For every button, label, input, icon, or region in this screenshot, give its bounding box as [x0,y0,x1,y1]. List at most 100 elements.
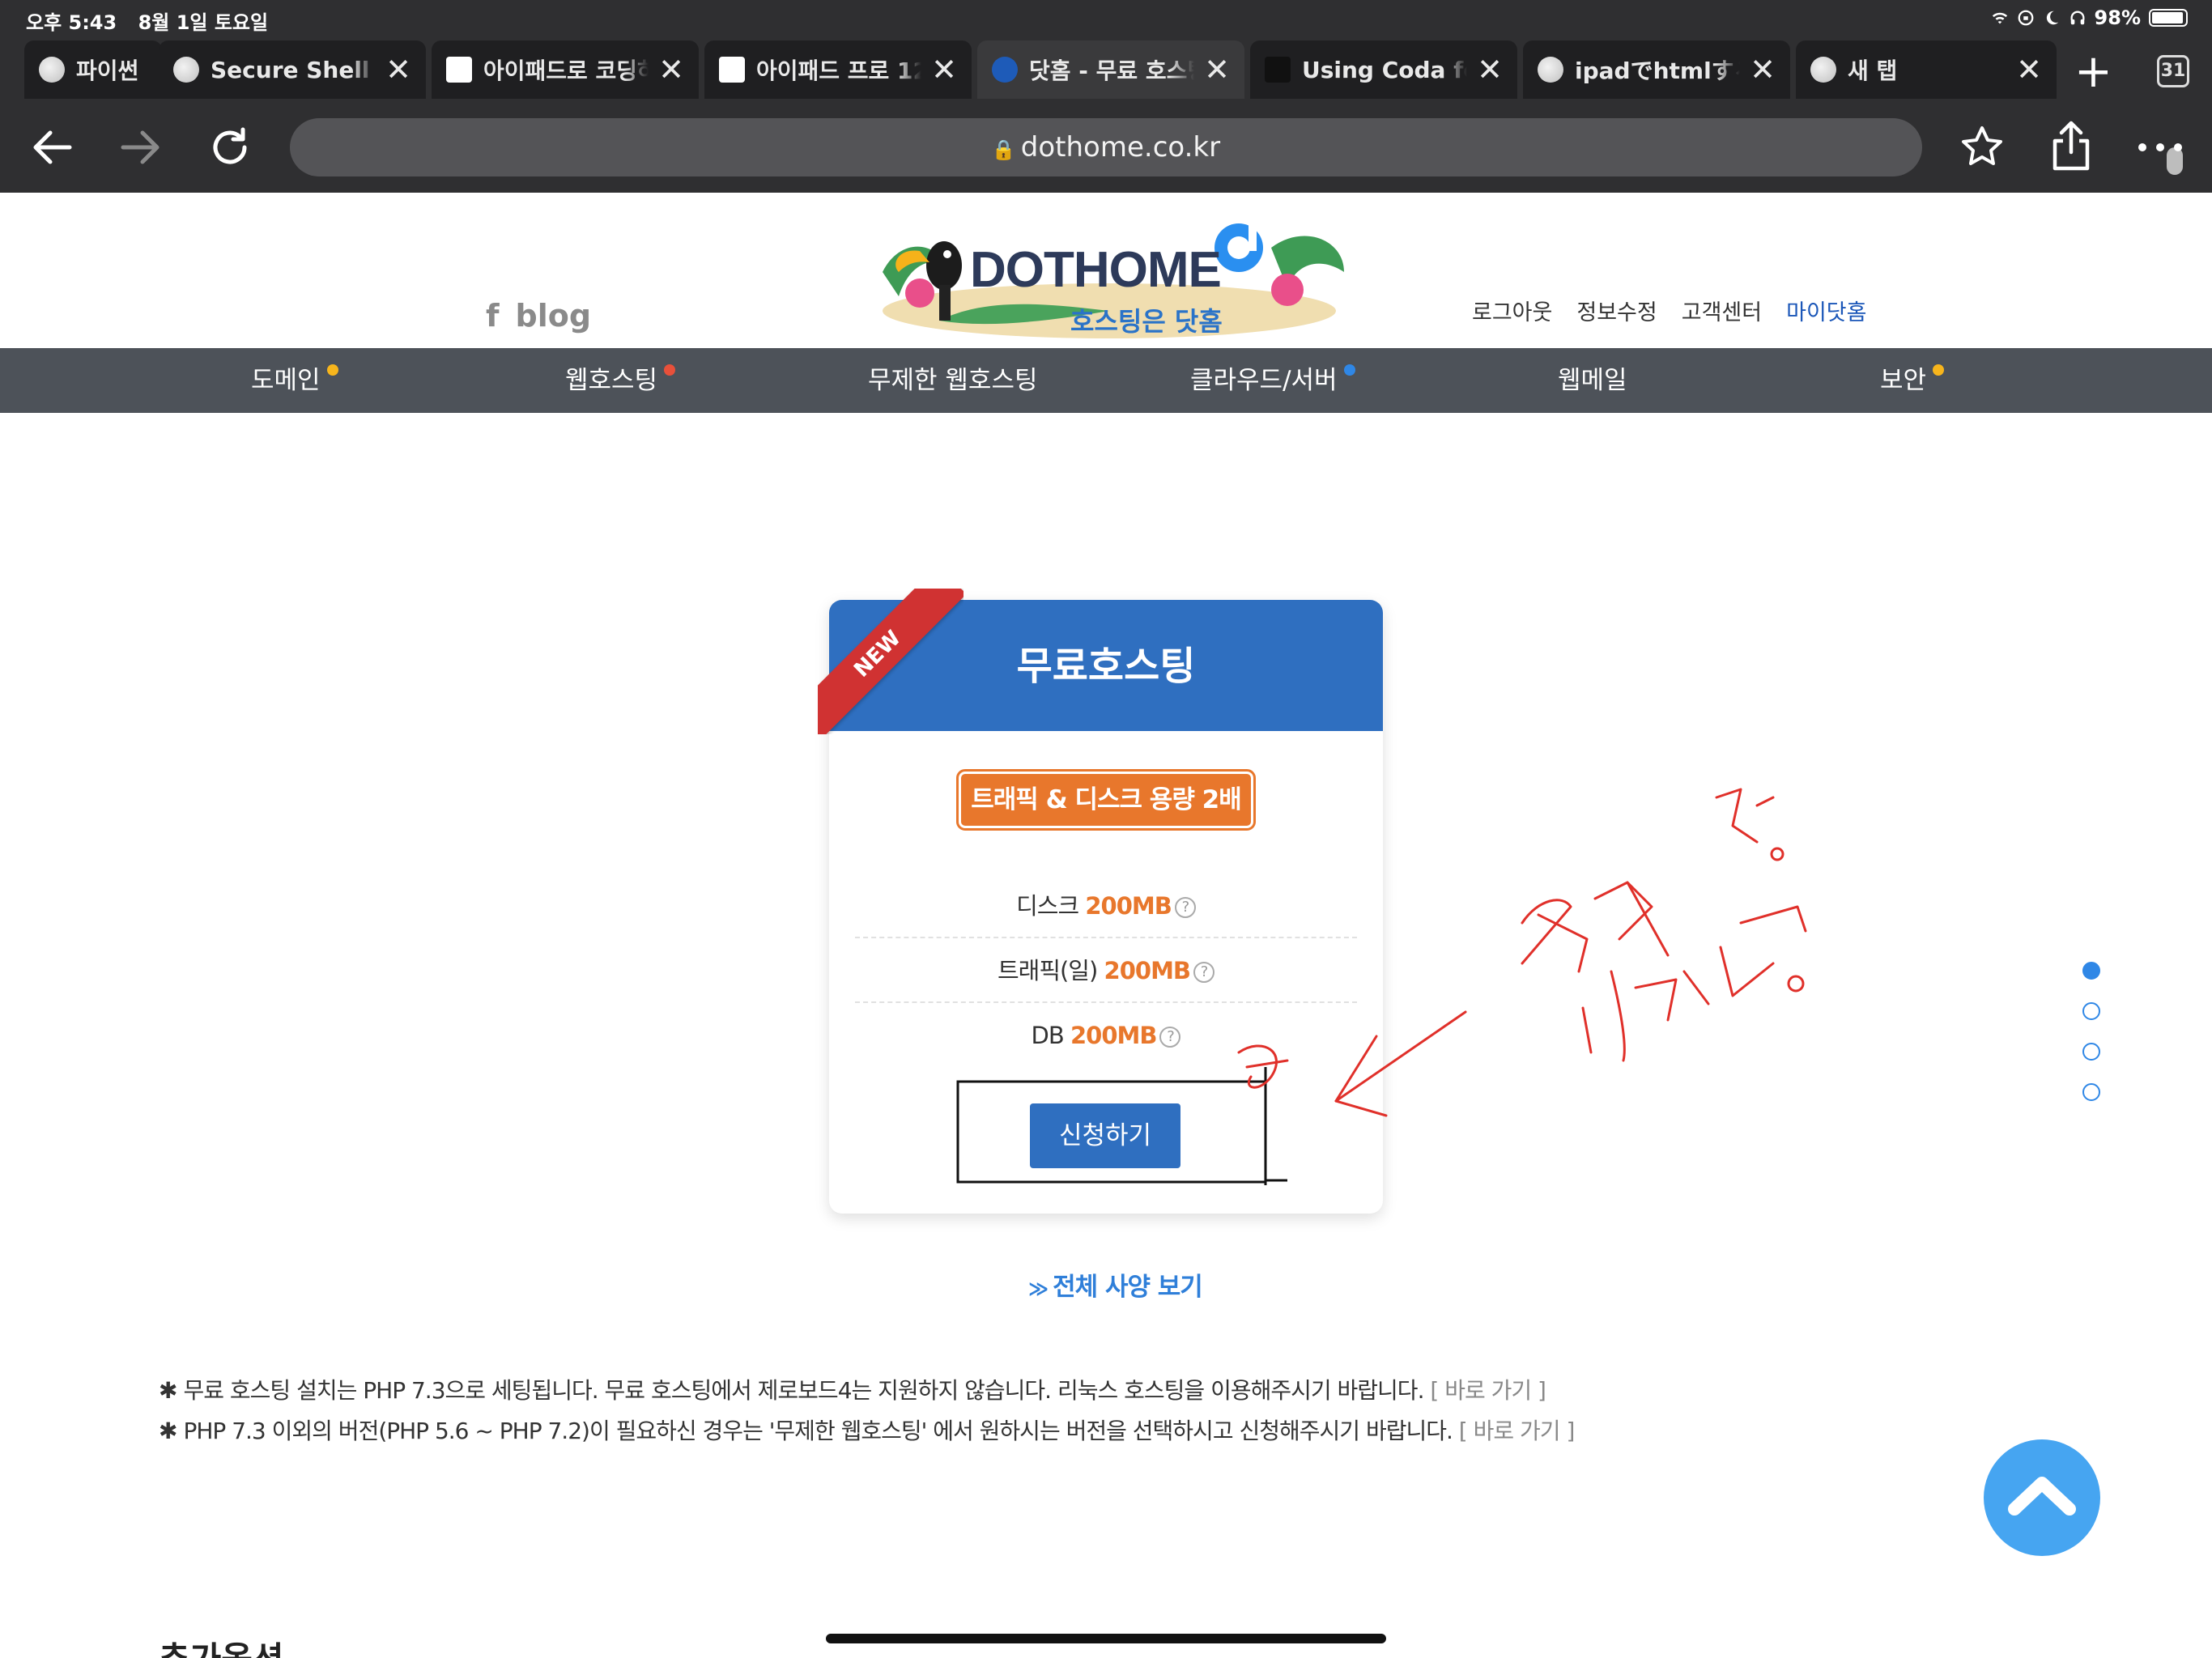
nav-label: 웹호스팅 [565,366,658,395]
tab-close-icon[interactable]: ✕ [1750,52,1776,87]
dothome-logo[interactable]: DOTHOME 호스팅은 닷홈 [866,215,1352,345]
chevron-down-icon: ≫ [1028,1278,1049,1300]
go-link[interactable]: [ 바로 가기 ] [1430,1377,1546,1404]
tab-overview-button[interactable]: 31 [2157,55,2189,87]
tab-close-icon[interactable]: ✕ [1477,52,1503,87]
spec-disk: 디스크 200MB? [855,874,1357,938]
more-button[interactable] [2131,118,2189,176]
tab-ipad-html[interactable]: ipadでhtmlする ✕ [1523,40,1790,99]
help-icon[interactable]: ? [1193,962,1215,983]
edit-profile-link[interactable]: 정보수정 [1576,295,1657,326]
facebook-icon: f [486,298,500,334]
scroll-to-top-button[interactable] [1984,1439,2100,1556]
tab-title: 새 탭 [1848,57,1898,84]
tab-ipad-coding[interactable]: 아이패드로 코딩하 ✕ [432,40,699,99]
nav-label: 클라우드/서버 [1190,366,1338,395]
my-dothome-link[interactable]: 마이닷홈 [1786,295,1866,326]
asterisk-icon: ✱ [159,1377,177,1404]
pager-dot-1[interactable] [2082,962,2100,980]
tab-ipad-pro[interactable]: 아이패드 프로 12. ✕ [704,40,972,99]
globe-icon [1810,57,1836,83]
help-icon[interactable]: ? [1174,897,1196,918]
logo-tagline: 호스팅은 닷홈 [1070,306,1223,337]
spec-label: 트래픽(일) [997,957,1104,984]
tab-title: 닷홈 - 무료 호스팅 [1029,57,1195,84]
web-page: f blog DOTHOME 호스팅은 닷홈 로그아웃 정보수정 고객센터 마이… [0,193,2212,1658]
nav-cloud-server[interactable]: 클라우드/서버 [1190,348,1355,413]
free-hosting-card: 무료호스팅 NEW 트래픽 & 디스크 용량 2배 Up! 디스크 200MB?… [818,589,1383,1214]
share-button[interactable] [2042,118,2100,176]
spec-label: 디스크 [1016,892,1086,920]
globe-icon [1538,57,1563,83]
tab-close-icon[interactable]: ✕ [658,52,684,87]
coda-favicon-icon [1265,57,1291,83]
nav-label: 웹메일 [1558,366,1627,395]
back-button[interactable] [23,118,81,176]
spec-value: 200MB [1085,892,1172,920]
battery-icon [2149,9,2188,27]
browser-chrome: 오후 5:43 8월 1일 토요일 98% 파이썬 Secure Shell -… [0,0,2212,193]
nav-label: 도메인 [251,366,321,395]
tab-title: 아이패드 프로 12. [756,57,922,84]
nav-security[interactable]: 보안 [1880,348,1945,413]
tab-using-coda[interactable]: Using Coda for ✕ [1250,40,1517,99]
share-icon [2052,121,2090,171]
tab-new-tab[interactable]: 새 탭 ✕ [1796,40,2057,99]
tab-title: ipadでhtmlする [1575,57,1741,84]
help-icon[interactable]: ? [1159,1027,1181,1048]
pager-dot-3[interactable] [2082,1043,2100,1061]
nav-badge-dot [1933,364,1945,376]
arrow-left-icon [33,130,72,164]
moon-icon [2046,11,2058,25]
tab-dothome[interactable]: 닷홈 - 무료 호스팅 ✕ [977,40,1244,99]
promo-badge: 트래픽 & 디스크 용량 2배 Up! [956,769,1256,866]
status-date: 8월 1일 토요일 [138,11,269,34]
nav-unlimited-hosting[interactable]: 무제한 웹호스팅 [868,348,1038,413]
support-link[interactable]: 고객센터 [1682,295,1762,326]
pager-dot-4[interactable] [2082,1083,2100,1101]
blog-link[interactable]: f blog [486,298,591,334]
globe-icon [173,57,199,83]
spec-label: DB [1031,1022,1070,1049]
address-bar[interactable]: 🔒 dothome.co.kr [290,118,2183,176]
pager-dot-2[interactable] [2082,1002,2100,1020]
apply-button[interactable]: 신청하기 [1030,1103,1180,1168]
nav-badge-dot [1343,364,1355,376]
nav-label: 무제한 웹호스팅 [868,366,1038,395]
new-ribbon: NEW [818,589,963,734]
forward-button[interactable] [112,118,170,176]
bookmark-button[interactable] [1953,118,2011,176]
home-indicator [826,1634,1386,1643]
spec-value: 200MB [1070,1022,1157,1049]
logo-text: DOTHOME [970,242,1222,298]
reload-button[interactable] [201,118,259,176]
tab-close-icon[interactable]: ✕ [1204,52,1230,87]
logout-link[interactable]: 로그아웃 [1472,295,1552,326]
battery-percent: 98% [2094,6,2141,29]
url-text: dothome.co.kr [1020,131,1221,164]
tab-close-icon[interactable]: ✕ [385,52,411,87]
spec-value: 200MB [1104,957,1191,984]
main-nav: 도메인 웹호스팅 무제한 웹호스팅 클라우드/서버 웹메일 보안 [0,348,2212,413]
arrow-right-icon [121,130,160,164]
nav-badge-dot [664,364,676,376]
tab-secure-shell[interactable]: Secure Shell - ✕ [159,40,426,99]
nav-webmail[interactable]: 웹메일 [1558,348,1627,413]
blog-label: blog [515,298,592,334]
star-icon [1962,126,2002,165]
globe-icon [39,57,65,83]
tab-close-icon[interactable]: ✕ [931,52,957,87]
asterisk-icon: ✱ [159,1418,177,1444]
top-links: 로그아웃 정보수정 고객센터 마이닷홈 [1472,295,1867,326]
tab-python[interactable]: 파이썬 [24,40,162,99]
view-all-specs-link[interactable]: ≫ 전체 사양 보기 [1028,1266,1203,1303]
tab-close-icon[interactable]: ✕ [2016,52,2042,87]
tab-title: Secure Shell - [211,56,376,83]
new-tab-button[interactable]: + [2074,45,2112,98]
go-link[interactable]: [ 바로 가기 ] [1459,1418,1576,1444]
nav-web-hosting[interactable]: 웹호스팅 [565,348,676,413]
notice-php-version: ✱ 무료 호스팅 설치는 PHP 7.3으로 세팅됩니다. 무료 호스팅에서 제로… [159,1373,1546,1405]
pen-favicon-icon [719,57,745,83]
headphones-icon [2070,11,2085,25]
nav-domain[interactable]: 도메인 [251,348,338,413]
